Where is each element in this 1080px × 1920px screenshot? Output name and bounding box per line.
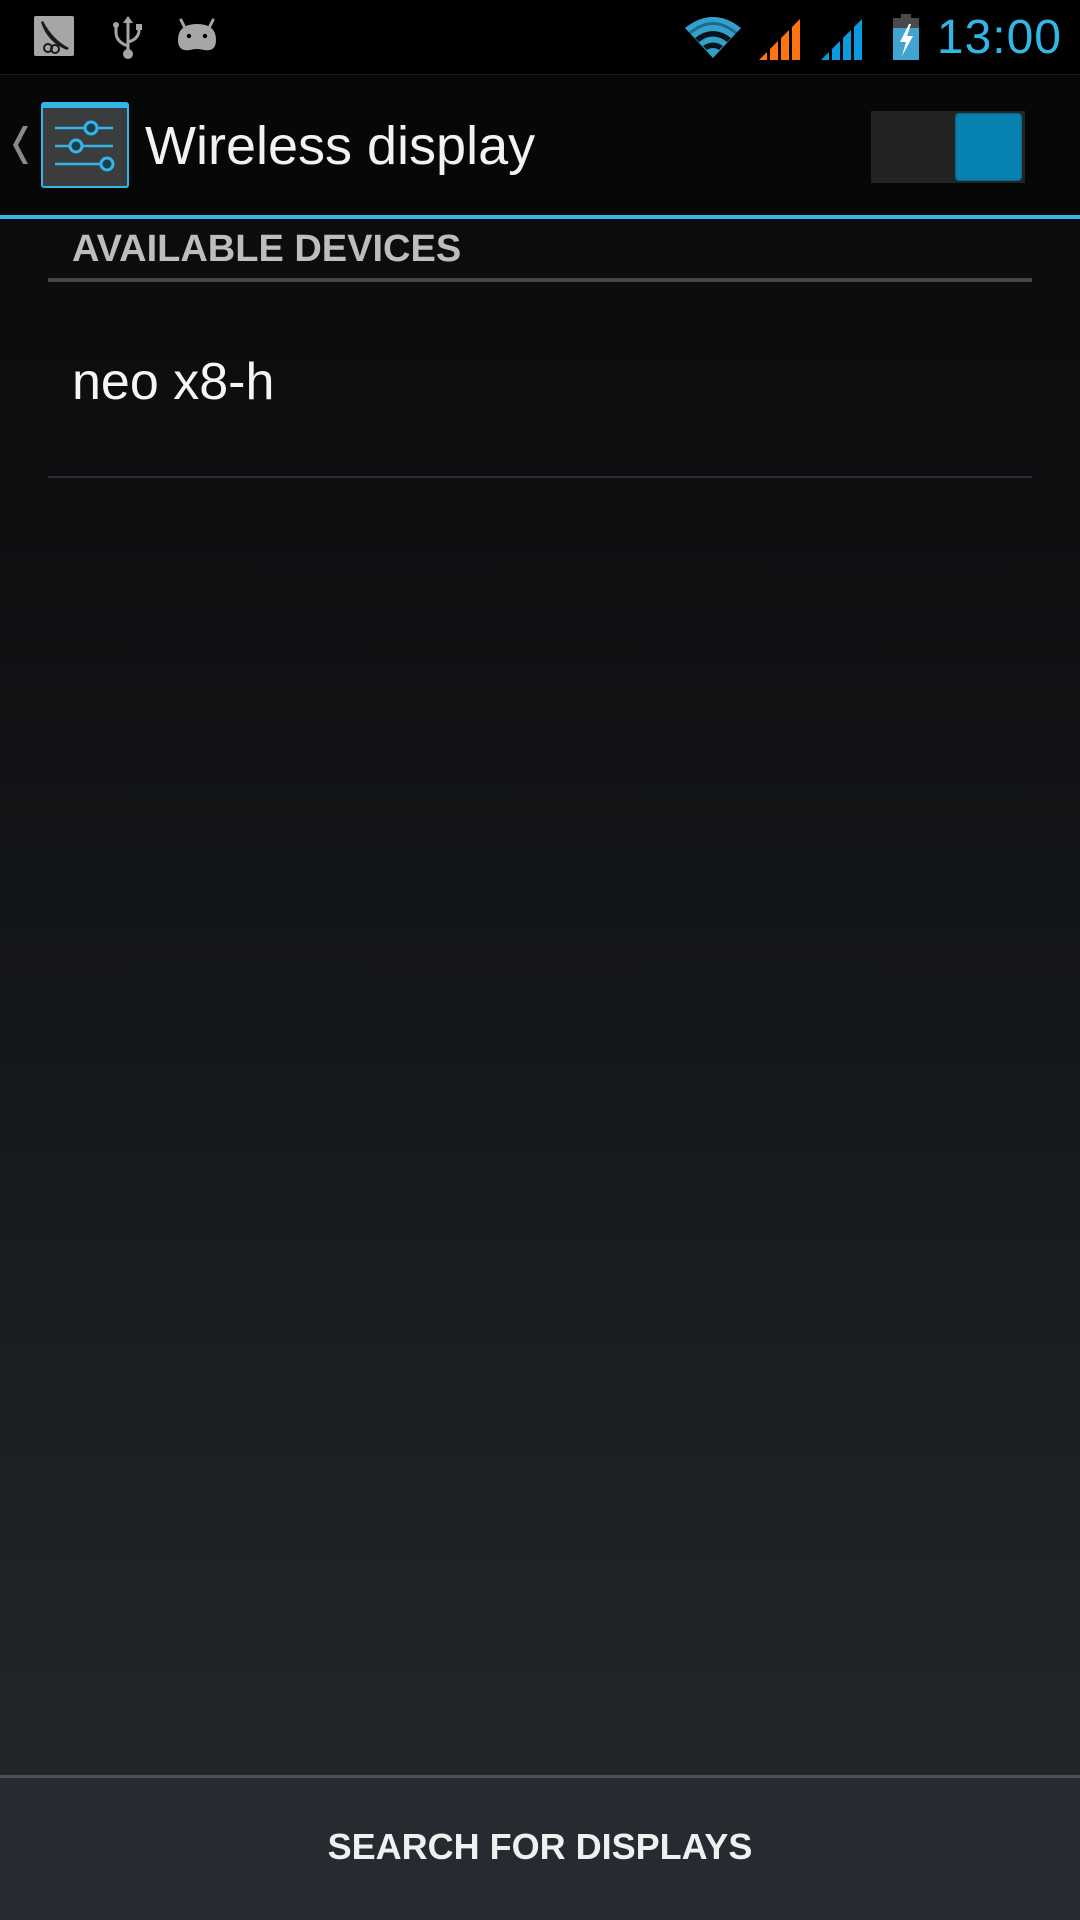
page-title: Wireless display	[145, 116, 536, 176]
device-name: neo x8-h	[72, 353, 275, 411]
app-notification-icon	[34, 16, 74, 56]
wifi-icon	[685, 17, 741, 58]
settings-sliders-icon[interactable]	[41, 102, 129, 188]
search-for-displays-button[interactable]: SEARCH FOR DISPLAYS	[0, 1778, 1080, 1920]
android-debug-icon	[178, 18, 216, 51]
device-list-item[interactable]: neo x8-h	[48, 282, 1032, 476]
action-bar-accent-divider	[0, 215, 1080, 219]
status-bar: 13:00	[0, 0, 1080, 75]
signal-sim1-icon	[759, 19, 800, 60]
clock: 13:00	[936, 11, 1062, 64]
chevron-left-icon[interactable]	[10, 122, 36, 168]
battery-charging-icon	[893, 14, 919, 60]
search-for-displays-label: SEARCH FOR DISPLAYS	[327, 1826, 753, 1867]
wireless-display-toggle[interactable]	[871, 111, 1025, 183]
toggle-thumb[interactable]	[955, 113, 1022, 181]
section-header-available-devices: AVAILABLE DEVICES	[72, 228, 462, 270]
usb-icon	[113, 16, 142, 59]
action-bar: Wireless display	[0, 75, 1080, 215]
list-divider	[48, 476, 1032, 478]
signal-sim2-icon	[821, 19, 862, 60]
